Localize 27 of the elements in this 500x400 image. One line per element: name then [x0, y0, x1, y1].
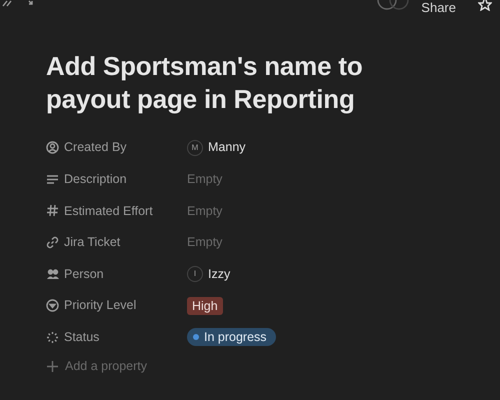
- avatar: M: [187, 140, 203, 156]
- avatar: I: [187, 266, 203, 282]
- text-lines-icon: [46, 172, 59, 186]
- page-title: Add Sportsman's name to payout page in Reporting: [46, 50, 364, 116]
- people-icon: [46, 268, 59, 281]
- property-label: Status: [64, 328, 100, 346]
- property-label: Person: [64, 266, 104, 283]
- person-name[interactable]: Manny: [208, 138, 246, 158]
- property-label: Priority Level: [64, 297, 136, 314]
- star-icon[interactable]: [478, 0, 492, 11]
- share-button[interactable]: Share: [421, 1, 456, 14]
- plus-icon: [46, 360, 59, 374]
- loading-icon: [46, 330, 59, 344]
- chevrons-icon[interactable]: [2, 0, 12, 7]
- hash-icon: [46, 204, 59, 218]
- status-tag[interactable]: In progress: [187, 328, 276, 346]
- chevron-circle-icon: [46, 299, 59, 312]
- resize-icon[interactable]: [28, 0, 33, 5]
- property-label: Created By: [64, 139, 127, 156]
- property-label: Description: [64, 171, 127, 188]
- person-name[interactable]: Izzy: [208, 264, 230, 284]
- link-icon: [46, 236, 59, 250]
- priority-tag[interactable]: High: [187, 296, 223, 315]
- avatars-icon[interactable]: [377, 0, 410, 10]
- property-label: Estimated Effort: [64, 202, 153, 220]
- property-label: Jira Ticket: [64, 234, 120, 252]
- user-circle-icon: [46, 141, 59, 154]
